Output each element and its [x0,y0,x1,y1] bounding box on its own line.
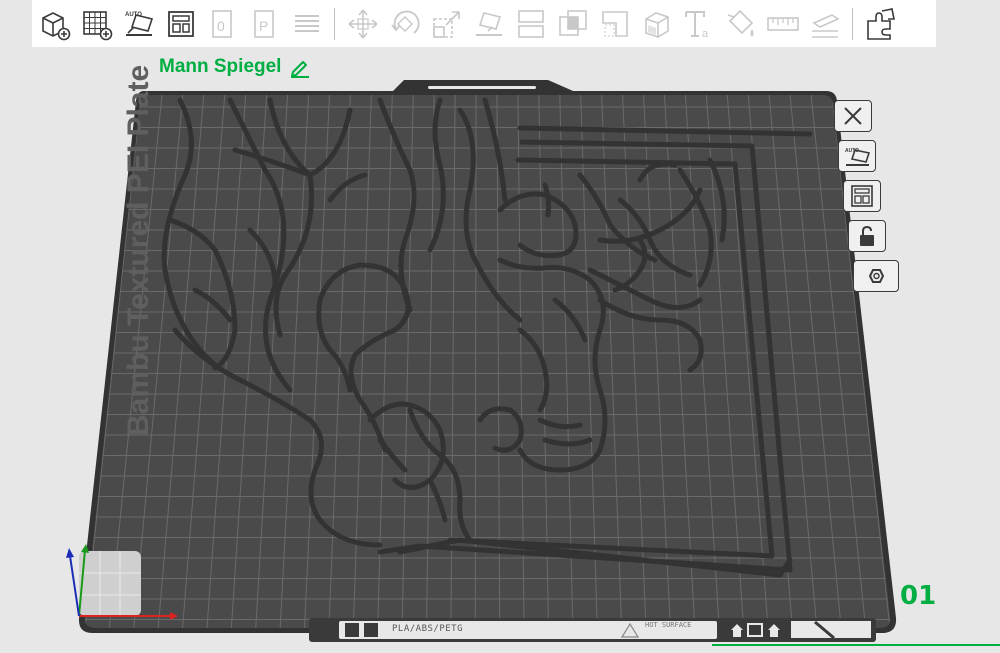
boolean-icon [558,9,587,36]
hexagon-settings-icon [868,269,885,283]
plate-name-label: Mann Spiegel [159,56,282,77]
move-button[interactable] [344,4,381,44]
bambu-logo-icon [345,623,359,637]
svg-text:0: 0 [217,18,225,34]
seam-paint-icon [644,11,669,38]
lay-on-face-button[interactable] [470,4,507,44]
plate-side-tools: AUTO [834,100,902,300]
svg-text:a: a [702,28,709,40]
plate-p-icon: P [253,9,274,38]
orient-zero-icon: 0 [211,9,232,38]
plate-settings-button[interactable] [853,260,899,292]
arrange-icon [851,185,873,207]
edit-pencil-icon[interactable] [289,56,311,78]
lock-plate-button[interactable] [848,220,886,252]
text-button[interactable]: a [680,4,717,44]
plate-type-icon [364,623,378,637]
layers-button[interactable] [288,4,325,44]
text-icon: a [684,10,709,40]
scale-button[interactable] [428,4,465,44]
plate-p-button[interactable]: P [246,4,283,44]
arrange-button[interactable] [162,4,199,44]
bed-top-tab-slot [428,86,536,89]
layers-icon [294,14,319,32]
lay-on-face-icon [475,11,502,36]
support-paint-button[interactable] [596,4,633,44]
main-toolbar: AUTO 0 Pa [32,0,936,47]
measure-icon [766,16,799,31]
bed-label: Bambu Textured PEI Plate [122,65,155,436]
toolbar-separator [334,7,335,40]
auto-orient-icon: AUTO [845,148,870,166]
explode-button[interactable] [862,4,899,44]
rotate-button[interactable] [386,4,423,44]
color-paint-icon [727,9,753,37]
svg-text:P: P [259,18,268,34]
auto-orient-icon: AUTO [125,12,153,36]
explode-puzzle-icon [866,7,895,40]
assembly-icon [811,13,840,38]
add-cube-icon [41,11,70,40]
close-icon [844,107,862,125]
add-plate-grid-icon [82,10,112,40]
auto-orient-plate-button[interactable]: AUTO [838,140,876,172]
arrange-plate-button[interactable] [843,180,881,212]
add-object-button[interactable] [36,4,73,44]
hot-surface-label: HOT SURFACE [645,621,692,629]
color-paint-button[interactable] [722,4,759,44]
cut-icon [517,9,544,38]
auto-orient-button[interactable]: AUTO [120,4,157,44]
move-icon [348,9,377,38]
orient-0-button[interactable]: 0 [204,4,241,44]
3d-viewport[interactable]: Bambu Textured PEI Plate [0,0,1000,653]
support-paint-icon [601,10,628,37]
filament-types-label: PLA/ABS/PETG [392,624,464,634]
cut-button[interactable] [512,4,549,44]
svg-text:AUTO: AUTO [125,12,142,18]
plate-name[interactable]: Mann Spiegel [159,56,311,78]
assembly-button[interactable] [806,4,843,44]
delete-plate-button[interactable] [834,100,872,132]
accent-line [712,644,1000,646]
scale-icon [432,10,460,38]
seam-paint-button[interactable] [638,4,675,44]
add-plate-button[interactable] [78,4,115,44]
rotate-icon [390,10,420,34]
plate-number[interactable]: 01 [900,581,936,611]
unlock-icon [860,225,874,246]
toolbar-separator [852,7,853,40]
measure-button[interactable] [764,4,801,44]
arrange-icon [167,10,194,37]
boolean-button[interactable] [554,4,591,44]
